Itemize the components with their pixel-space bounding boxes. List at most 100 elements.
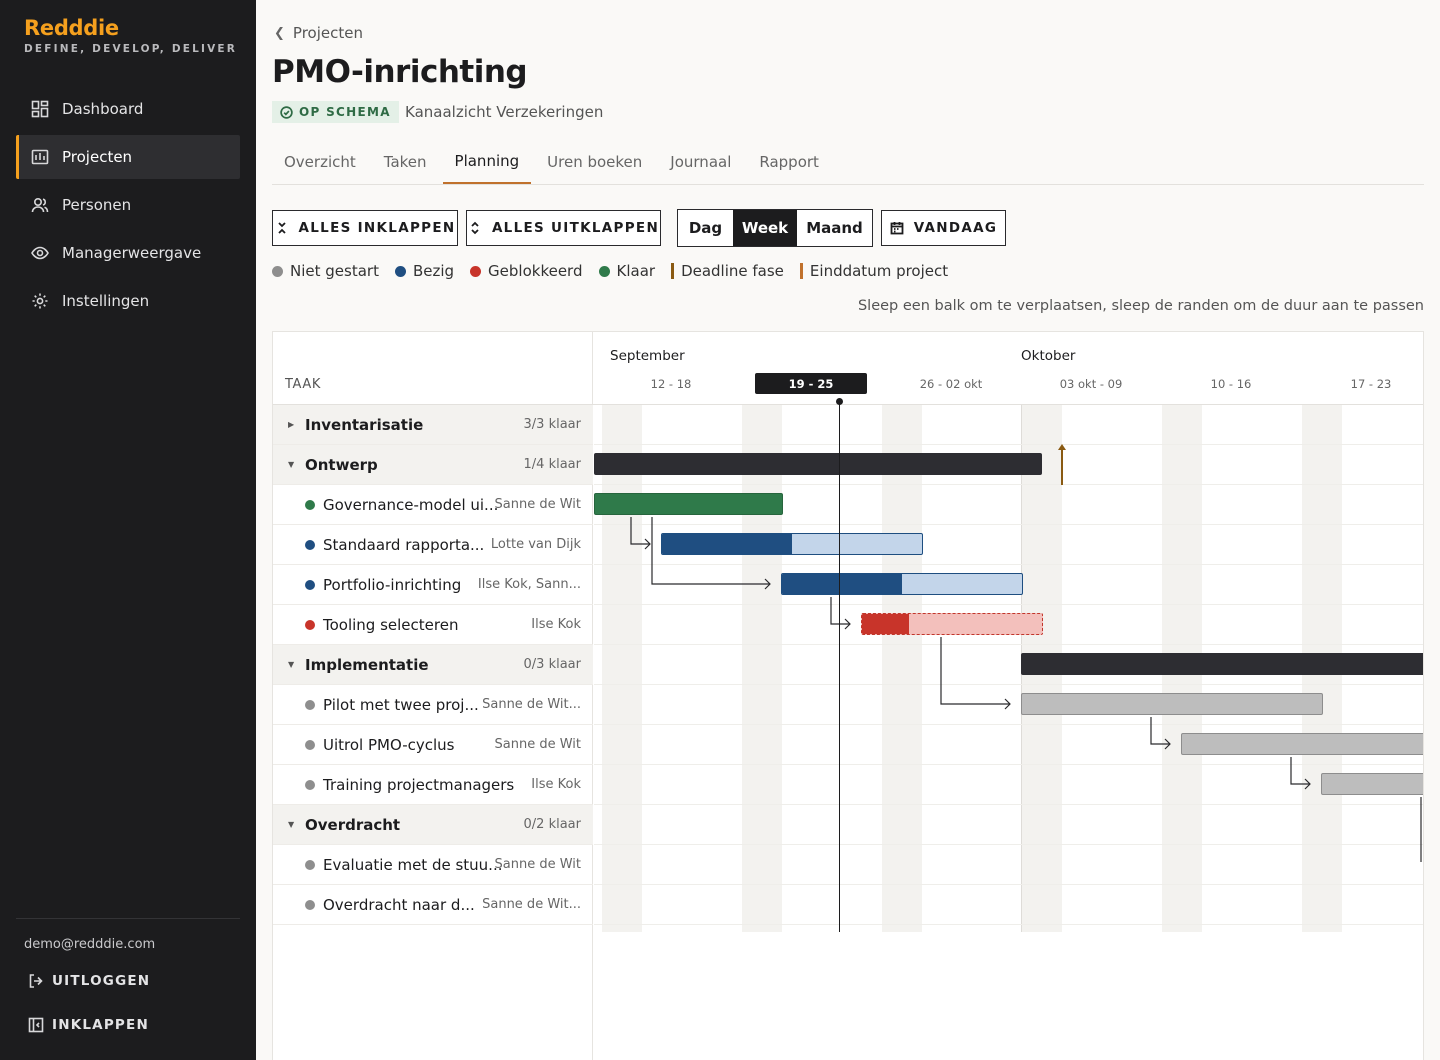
group-progress: 3/3 klaar — [523, 417, 581, 432]
task-assignee: Ilse Kok — [531, 777, 581, 792]
tab-rapport[interactable]: Rapport — [747, 140, 831, 184]
legend-item-geblokkeerd: Geblokkeerd — [470, 262, 583, 280]
status-dot — [598, 265, 610, 277]
legend-item-bezig: Bezig — [394, 262, 454, 280]
caret-down-icon[interactable]: ▼ — [288, 660, 294, 669]
today-marker — [836, 398, 843, 405]
row-gridline — [594, 724, 1423, 725]
caret-down-icon[interactable]: ▼ — [288, 460, 294, 469]
expand-all-button[interactable]: ALLES UITKLAPPEN — [466, 210, 661, 246]
tab-planning[interactable]: Planning — [442, 140, 532, 184]
gantt-bar-tooling-selecteren[interactable] — [861, 613, 1043, 635]
tab-overzicht[interactable]: Overzicht — [272, 140, 368, 184]
users-icon — [30, 195, 50, 215]
chevron-left-icon: ❮ — [274, 25, 285, 41]
logout-button[interactable]: UITLOGGEN — [28, 973, 150, 989]
sidebar-item-projecten[interactable]: Projecten — [16, 135, 240, 179]
caret-right-icon[interactable]: ▶ — [288, 420, 294, 429]
sidebar-item-dashboard[interactable]: Dashboard — [16, 87, 240, 131]
status-dot — [305, 499, 315, 510]
today-label: VANDAAG — [913, 220, 998, 236]
tab-bar: Overzicht Taken Planning Uren boeken Jou… — [272, 140, 1424, 185]
tab-journaal[interactable]: Journaal — [658, 140, 743, 184]
sidebar-item-instellingen[interactable]: Instellingen — [16, 279, 240, 323]
row-gridline — [594, 844, 1423, 845]
group-row-inventarisatie[interactable]: ▶ Inventarisatie 3/3 klaar — [273, 405, 593, 445]
gantt-bar-governance[interactable] — [594, 493, 783, 515]
legend-label: Geblokkeerd — [488, 262, 583, 280]
gantt-bar-ontwerp[interactable] — [594, 453, 1042, 475]
month-label: September — [610, 348, 685, 364]
gear-icon — [30, 291, 50, 311]
sidebar-item-managerweergave[interactable]: Managerweergave — [16, 231, 240, 275]
row-gridline — [594, 444, 1423, 445]
task-assignee: Sanne de Wit — [494, 497, 582, 512]
status-dot — [470, 265, 482, 277]
folder-icon — [30, 147, 50, 167]
breadcrumb[interactable]: ❮ Projecten — [274, 24, 363, 42]
status-dot — [394, 265, 406, 277]
sidebar-item-label: Projecten — [62, 148, 133, 166]
week-label: 12 - 18 — [650, 377, 692, 391]
task-assignee: Ilse Kok — [531, 617, 581, 632]
group-row-ontwerp[interactable]: ▼ Ontwerp 1/4 klaar — [273, 445, 593, 485]
collapse-all-label: ALLES INKLAPPEN — [298, 220, 456, 236]
scale-dag[interactable]: Dag — [678, 210, 733, 246]
task-row[interactable]: Pilot met twee proj... Sanne de Wit... — [273, 685, 593, 725]
user-email: demo@redddie.com — [24, 937, 156, 952]
collapse-all-button[interactable]: ALLES INKLAPPEN — [272, 210, 458, 246]
calendar-icon — [890, 222, 904, 235]
task-column: TAAK ▶ Inventarisatie 3/3 klaar ▼ Ontwer… — [273, 332, 593, 1060]
group-row-implementatie[interactable]: ▼ Implementatie 0/3 klaar — [273, 645, 593, 685]
gantt-bar-training[interactable] — [1321, 773, 1423, 795]
client-name: Kanaalzicht Verzekeringen — [405, 103, 604, 121]
today-line — [839, 401, 840, 932]
sidebar-item-personen[interactable]: Personen — [16, 183, 240, 227]
today-button[interactable]: VANDAAG — [881, 210, 1006, 246]
sidebar-item-label: Managerweergave — [62, 244, 202, 262]
brand-tagline: DEFINE, DEVELOP, DELIVER — [24, 43, 238, 55]
task-row[interactable]: Uitrol PMO-cyclus Sanne de Wit — [273, 725, 593, 765]
row-gridline — [594, 884, 1423, 885]
sidebar-divider — [16, 918, 240, 919]
sidebar-item-label: Dashboard — [62, 100, 144, 118]
gantt-bar-uitrol[interactable] — [1181, 733, 1423, 755]
legend-item-klaar: Klaar — [598, 262, 655, 280]
scale-maand[interactable]: Maand — [797, 210, 872, 246]
brand: Redddie DEFINE, DEVELOP, DELIVER — [24, 16, 237, 55]
group-progress: 0/2 klaar — [523, 817, 581, 832]
breadcrumb-label: Projecten — [292, 24, 363, 42]
deadline-marker[interactable] — [1061, 447, 1063, 485]
group-row-overdracht[interactable]: ▼ Overdracht 0/2 klaar — [273, 805, 593, 845]
sidebar-nav: Dashboard Projecten Personen Managerweer… — [16, 87, 240, 327]
tab-uren-boeken[interactable]: Uren boeken — [535, 140, 654, 184]
group-name: Inventarisatie — [305, 415, 424, 434]
gantt-bar-portfolio-inrichting[interactable] — [781, 573, 1023, 595]
gantt-bar-pilot[interactable] — [1021, 693, 1323, 715]
scale-week[interactable]: Week — [733, 210, 797, 246]
task-name: Uitrol PMO-cyclus — [323, 735, 455, 754]
gantt-bar-implementatie[interactable] — [1021, 653, 1423, 675]
task-row[interactable]: Evaluatie met de stuu... Sanne de Wit — [273, 845, 593, 885]
tab-taken[interactable]: Taken — [372, 140, 439, 184]
task-row[interactable]: Overdracht naar d... Sanne de Wit... — [273, 885, 593, 925]
sidebar-item-label: Personen — [62, 196, 132, 214]
task-row[interactable]: Standaard rapporta... Lotte van Dijk — [273, 525, 593, 565]
row-gridline — [594, 684, 1423, 685]
task-row[interactable]: Tooling selecteren Ilse Kok — [273, 605, 593, 645]
week-label: 03 okt - 09 — [1059, 377, 1123, 391]
task-row[interactable]: Governance-model ui... Sanne de Wit — [273, 485, 593, 525]
task-name: Governance-model ui... — [323, 495, 499, 514]
task-row[interactable]: Portfolio-inrichting Ilse Kok, Sann... — [273, 565, 593, 605]
caret-down-icon[interactable]: ▼ — [288, 820, 294, 829]
week-label: 17 - 23 — [1350, 377, 1392, 391]
task-row[interactable]: Training projectmanagers Ilse Kok — [273, 765, 593, 805]
task-assignee: Sanne de Wit — [494, 737, 582, 752]
row-gridline — [594, 764, 1423, 765]
brand-logo[interactable]: Redddie — [24, 16, 237, 40]
legend-item-niet-gestart: Niet gestart — [272, 262, 379, 280]
status-dot — [305, 619, 315, 630]
status-dot — [305, 739, 315, 750]
collapse-sidebar-button[interactable]: INKLAPPEN — [28, 1017, 149, 1033]
gantt-bar-standaard-rapportage[interactable] — [661, 533, 923, 555]
